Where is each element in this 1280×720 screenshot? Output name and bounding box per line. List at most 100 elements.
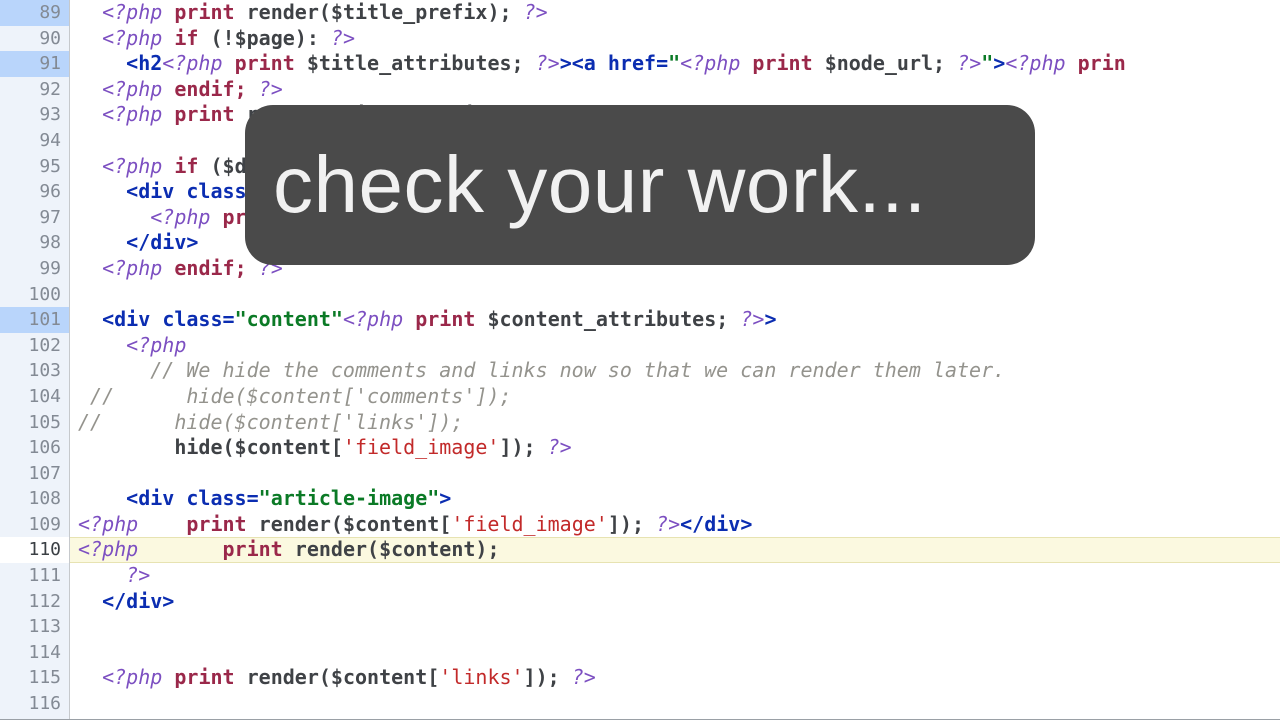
code-token: ><a: [560, 51, 608, 75]
code-token: [162, 256, 174, 280]
code-token: ]);: [524, 665, 560, 689]
code-token: =: [223, 307, 235, 331]
code-token: [247, 77, 259, 101]
code-token: [162, 102, 174, 126]
line-number: 89: [0, 0, 69, 26]
code-token: [235, 0, 247, 24]
line-number-gutter: 8990919293949596979899100101102103104105…: [0, 0, 70, 719]
code-token: >: [764, 307, 776, 331]
code-token: </div>: [680, 512, 752, 536]
code-token: [945, 51, 957, 75]
code-token: [78, 77, 102, 101]
code-line[interactable]: <?php print render($title_prefix); ?>: [70, 0, 1280, 26]
code-token: ": [981, 51, 993, 75]
line-number: 109: [0, 512, 69, 538]
code-token: [283, 537, 295, 561]
line-number: 102: [0, 333, 69, 359]
code-token: ?>: [572, 665, 596, 689]
code-token: [198, 26, 210, 50]
code-line[interactable]: [70, 461, 1280, 487]
code-line[interactable]: hide($content['field_image']); ?>: [70, 435, 1280, 461]
code-token: print: [174, 665, 234, 689]
code-line[interactable]: <?php endif; ?>: [70, 77, 1280, 103]
code-token: ]);: [499, 435, 535, 459]
code-editor[interactable]: 8990919293949596979899100101102103104105…: [0, 0, 1280, 720]
code-token: [78, 230, 126, 254]
code-token: ]);: [608, 512, 644, 536]
code-token: [78, 486, 126, 510]
code-token: [78, 665, 102, 689]
code-line[interactable]: <?php: [70, 333, 1280, 359]
code-line[interactable]: <?php if (!$page): ?>: [70, 26, 1280, 52]
code-token: ?>: [524, 0, 548, 24]
code-token: [78, 589, 102, 613]
code-token: <?php: [102, 102, 162, 126]
code-token: if: [174, 154, 198, 178]
code-line[interactable]: <?php print render($content);: [70, 537, 1280, 563]
code-token: >: [439, 486, 451, 510]
code-token: [813, 51, 825, 75]
code-token: $content_attributes;: [487, 307, 728, 331]
code-token: <div: [126, 179, 186, 203]
code-line[interactable]: <?php print render($content['field_image…: [70, 512, 1280, 538]
line-number: 108: [0, 486, 69, 512]
code-token: <?php: [343, 307, 403, 331]
line-number: 100: [0, 282, 69, 308]
line-number: 105: [0, 410, 69, 436]
code-token: print: [174, 102, 234, 126]
code-token: ?>: [656, 512, 680, 536]
code-token: <?php: [102, 77, 162, 101]
line-number: 115: [0, 665, 69, 691]
code-line[interactable]: // We hide the comments and links now so…: [70, 358, 1280, 384]
code-token: if: [174, 26, 198, 50]
code-token: [475, 307, 487, 331]
code-line[interactable]: <div class="content"<?php print $content…: [70, 307, 1280, 333]
code-token: ": [668, 51, 680, 75]
code-token: [210, 205, 222, 229]
code-token: [78, 563, 126, 587]
code-token: [138, 512, 186, 536]
code-token: <?php: [102, 154, 162, 178]
code-token: (!$page):: [211, 26, 319, 50]
code-token: ?>: [331, 26, 355, 50]
code-line[interactable]: [70, 282, 1280, 308]
code-token: [644, 512, 656, 536]
code-token: href: [608, 51, 656, 75]
code-token: render($content);: [295, 537, 500, 561]
code-token: <?php: [150, 205, 210, 229]
code-line[interactable]: <h2<?php print $title_attributes; ?>><a …: [70, 51, 1280, 77]
code-token: <?php: [102, 665, 162, 689]
code-token: endif;: [174, 256, 246, 280]
line-number: 97: [0, 205, 69, 231]
code-line[interactable]: <?php print render($content['links']); ?…: [70, 665, 1280, 691]
code-line[interactable]: // hide($content['comments']);: [70, 384, 1280, 410]
code-token: [78, 435, 174, 459]
code-token: <?php: [162, 51, 222, 75]
line-number: 103: [0, 358, 69, 384]
code-line[interactable]: <div class="article-image">: [70, 486, 1280, 512]
code-line[interactable]: [70, 614, 1280, 640]
code-token: print: [223, 537, 283, 561]
code-line[interactable]: [70, 691, 1280, 717]
code-token: ?>: [536, 51, 560, 75]
code-line[interactable]: // hide($content['links']);: [70, 410, 1280, 436]
code-token: =: [247, 486, 259, 510]
code-token: // hide($content['comments']);: [78, 384, 511, 408]
code-token: hide($content[: [174, 435, 343, 459]
code-token: >: [993, 51, 1005, 75]
code-token: [78, 154, 102, 178]
code-line[interactable]: </div>: [70, 589, 1280, 615]
code-token: </div>: [102, 589, 174, 613]
line-number: 91: [0, 51, 69, 77]
code-token: print: [235, 51, 295, 75]
code-token: 'links': [439, 665, 523, 689]
code-line[interactable]: [70, 640, 1280, 666]
code-token: [403, 307, 415, 331]
line-number: 90: [0, 26, 69, 52]
code-token: ?>: [740, 307, 764, 331]
code-token: [162, 665, 174, 689]
code-line[interactable]: ?>: [70, 563, 1280, 589]
code-token: [223, 51, 235, 75]
code-token: 'field_image': [343, 435, 500, 459]
code-token: ?>: [548, 435, 572, 459]
